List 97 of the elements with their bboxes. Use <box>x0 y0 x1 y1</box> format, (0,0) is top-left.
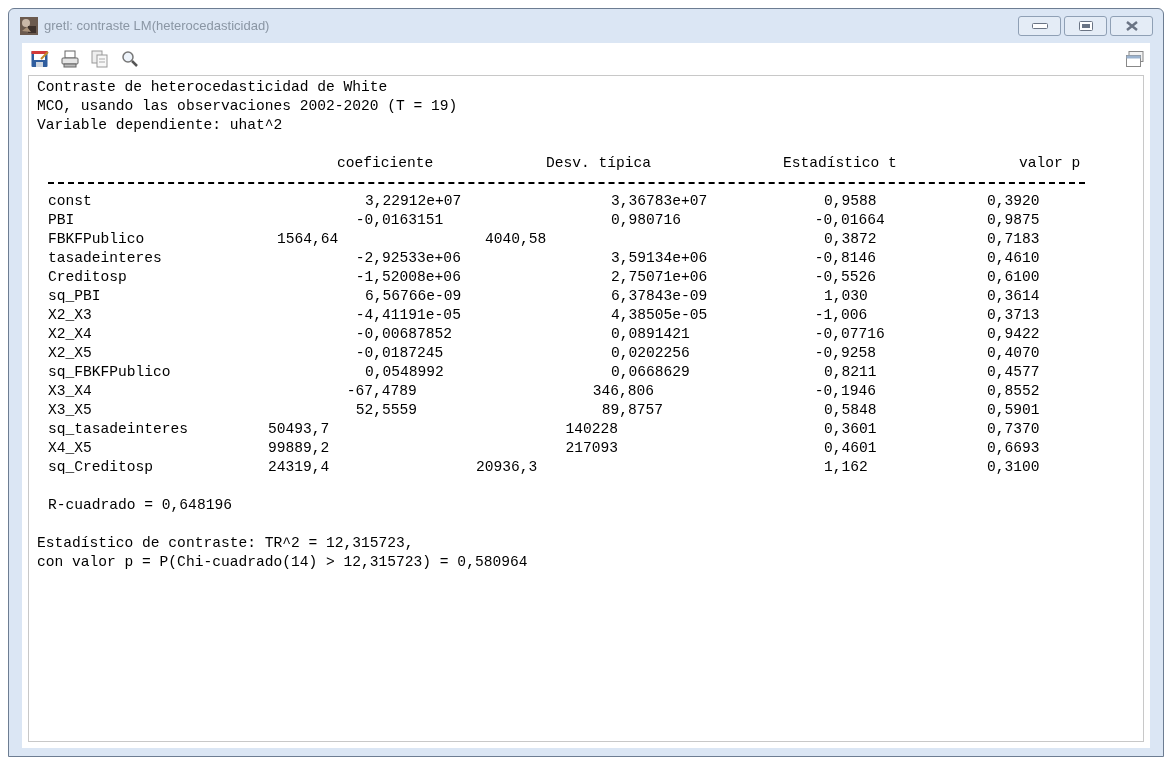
table-cell: -0,5526 <box>814 268 877 287</box>
printer-icon[interactable] <box>61 50 79 68</box>
table-cell: 3,36783e+07 <box>610 192 708 211</box>
table-cell: 6,37843e-09 <box>610 287 708 306</box>
table-cell: 0,3614 <box>986 287 1040 306</box>
output-line: Variable dependiente: uhat^2 <box>37 116 283 135</box>
table-cell: 1,030 <box>823 287 868 306</box>
row-label: sq_FBKFPublico <box>48 363 171 382</box>
table-cell: -67,4789 <box>346 382 417 401</box>
output-line: con valor p = P(Chi-cuadrado(14) > 12,315723) = 0,580964 <box>37 553 528 572</box>
table-cell: 52,5559 <box>355 401 418 420</box>
output-line: MCO, usando las observaciones 2002-2020 (T = 19) <box>37 97 458 116</box>
table-cell: 2,75071e+06 <box>610 268 708 287</box>
table-cell: 0,9588 <box>823 192 877 211</box>
table-cell: -0,00687852 <box>355 325 453 344</box>
output-line: Contraste de heterocedasticidad de White <box>37 78 388 97</box>
windows-icon[interactable] <box>1126 51 1144 67</box>
table-cell: 3,59134e+06 <box>610 249 708 268</box>
save-icon[interactable] <box>31 50 49 68</box>
table-cell: 0,3601 <box>823 420 877 439</box>
table-cell: 0,4601 <box>823 439 877 458</box>
table-cell: 140228 <box>565 420 618 439</box>
table-cell: -1,006 <box>814 306 868 325</box>
table-cell: 20936,3 <box>475 458 538 477</box>
row-label: X3_X5 <box>48 401 92 420</box>
table-cell: 6,56766e-09 <box>364 287 462 306</box>
row-label: X2_X4 <box>48 325 92 344</box>
table-cell: 0,3713 <box>986 306 1040 325</box>
table-cell: 89,8757 <box>601 401 664 420</box>
row-label: X3_X4 <box>48 382 92 401</box>
row-label: FBKFPublico <box>48 230 145 249</box>
close-button[interactable] <box>1110 16 1153 36</box>
table-cell: 0,4610 <box>986 249 1040 268</box>
table-cell: -0,8146 <box>814 249 877 268</box>
table-cell: 0,4070 <box>986 344 1040 363</box>
table-cell: 217093 <box>565 439 618 458</box>
window-title: gretl: contraste LM(heterocedasticidad) <box>44 17 270 36</box>
table-cell: -1,52008e+06 <box>355 268 461 287</box>
table-cell: 1564,64 <box>277 230 339 249</box>
table-cell: 0,0891421 <box>610 325 690 344</box>
maximize-icon <box>1078 21 1093 31</box>
table-cell: 1,162 <box>823 458 868 477</box>
table-cell: 0,3872 <box>823 230 877 249</box>
table-cell: -0,0163151 <box>355 211 444 230</box>
table-cell: 0,0548992 <box>364 363 444 382</box>
table-cell: 24319,4 <box>267 458 330 477</box>
row-label: sq_PBI <box>48 287 101 306</box>
table-cell: 0,980716 <box>610 211 681 230</box>
table-cell: 0,4577 <box>986 363 1040 382</box>
row-label: Creditosp <box>48 268 127 287</box>
column-header: Desv. típica <box>546 154 652 173</box>
table-cell: 0,3920 <box>986 192 1040 211</box>
r-squared: R-cuadrado = 0,648196 <box>48 496 232 515</box>
table-cell: 0,8552 <box>986 382 1040 401</box>
column-header: coeficiente <box>337 154 434 173</box>
table-cell: 0,0202256 <box>610 344 690 363</box>
table-cell: 0,7183 <box>986 230 1040 249</box>
table-cell: -0,01664 <box>814 211 885 230</box>
output-line: Estadístico de contraste: TR^2 = 12,315723, <box>37 534 414 553</box>
table-cell: 0,7370 <box>986 420 1040 439</box>
table-cell: 99889,2 <box>267 439 330 458</box>
table-cell: 0,6100 <box>986 268 1040 287</box>
table-cell: -0,07716 <box>814 325 885 344</box>
table-cell: 0,0668629 <box>610 363 690 382</box>
table-cell: 3,22912e+07 <box>364 192 462 211</box>
row-label: X2_X5 <box>48 344 92 363</box>
table-cell: 0,5848 <box>823 401 877 420</box>
row-label: X2_X3 <box>48 306 92 325</box>
row-label: sq_tasadeinteres <box>48 420 189 439</box>
row-label: const <box>48 192 92 211</box>
row-label: X4_X5 <box>48 439 92 458</box>
app-icon <box>20 17 38 35</box>
table-cell: 0,6693 <box>986 439 1040 458</box>
table-cell: -0,9258 <box>814 344 877 363</box>
row-label: sq_Creditosp <box>48 458 154 477</box>
table-cell: -2,92533e+06 <box>355 249 461 268</box>
minimize-icon <box>1031 23 1048 29</box>
column-header: valor p <box>1019 154 1081 173</box>
table-cell: 4040,58 <box>485 230 547 249</box>
row-label: PBI <box>48 211 75 230</box>
maximize-button[interactable] <box>1064 16 1107 36</box>
table-cell: 4,38505e-05 <box>610 306 708 325</box>
table-cell: -0,1946 <box>814 382 877 401</box>
minimize-button[interactable] <box>1018 16 1061 36</box>
table-cell: 50493,7 <box>267 420 330 439</box>
table-cell: 0,9875 <box>986 211 1040 230</box>
table-cell: 346,806 <box>592 382 654 401</box>
row-label: tasadeinteres <box>48 249 162 268</box>
column-header: Estadístico t <box>783 154 897 173</box>
table-cell: -4,41191e-05 <box>355 306 461 325</box>
table-cell: -0,0187245 <box>355 344 444 363</box>
table-cell: 0,9422 <box>986 325 1040 344</box>
search-icon[interactable] <box>121 50 139 68</box>
close-icon <box>1124 21 1139 31</box>
table-cell: 0,8211 <box>823 363 877 382</box>
table-cell: 0,3100 <box>986 458 1040 477</box>
table-cell: 0,5901 <box>986 401 1040 420</box>
